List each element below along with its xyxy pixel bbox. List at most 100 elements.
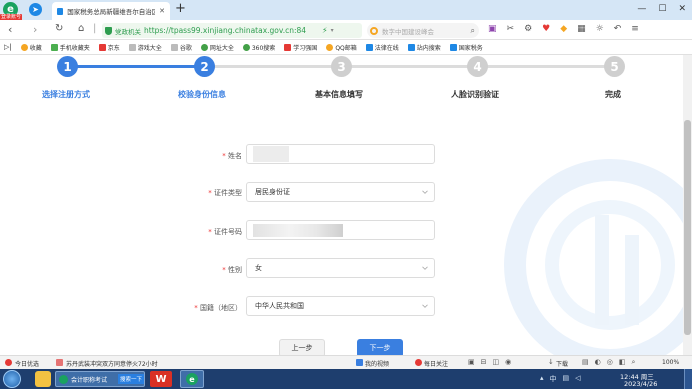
tab-title: 国家税务总局新疆维吾尔自治区 [67,8,156,16]
daily-icon [415,359,422,366]
bookmark-law[interactable]: 法律在线 [365,43,399,52]
video-icon [356,359,363,366]
id-type-select[interactable]: 居民身份证 [246,182,435,202]
scissors-icon[interactable]: ✂ [507,24,515,34]
step-1-label: 选择注册方式 [42,90,90,99]
bookmark-mobile[interactable]: 手机收藏夹 [50,43,90,52]
next-button[interactable]: 下一步 [357,339,403,355]
site-name: 党政机关 [115,27,141,36]
today-picks[interactable]: 今日优选 [15,359,39,368]
flash-icon[interactable]: ⚡ [322,26,328,35]
clock-date[interactable]: 2023/4/26 [624,380,657,388]
bookmark-360[interactable]: 360搜索 [242,43,275,52]
scrollbar-thumb[interactable] [684,120,691,335]
sidebar-toggle-icon[interactable]: ▷| [4,43,12,51]
name-field[interactable] [246,144,435,164]
globe-icon [200,43,208,51]
browser-taskbar-icon[interactable]: e [180,370,204,388]
game-icon[interactable]: ⚙ [524,24,532,34]
download-icon: ↓ [548,358,554,366]
page-content: 1 2 3 4 5 选择注册方式 校验身份信息 基本信息填写 人脸识别验证 完成… [0,55,683,355]
home-icon[interactable]: ⌂ [78,23,84,34]
browser-task-icon [59,374,68,384]
back-icon[interactable]: ‹ [8,23,12,36]
extension-icon[interactable]: ◆ [560,24,567,34]
chevron-down-icon [422,304,428,308]
scrollbar[interactable] [683,55,692,355]
id-number-field[interactable] [246,220,435,240]
daily-focus[interactable]: 每日关注 [424,359,448,368]
taskbar: 会计职称考试 搜索一下 W e ▴ 中 ▤ ◁ 12:44 周三 2023/4/… [0,369,692,389]
bookmark-favorites[interactable]: 收藏 [20,43,42,52]
tab-active[interactable]: 国家税务总局新疆维吾尔自治区 ✕ [52,2,170,20]
start-button[interactable] [3,370,21,388]
folder-icon [170,43,178,51]
dropdown-icon[interactable]: ▾ [331,27,334,34]
tax-emblem-watermark [504,159,683,355]
news-ticker[interactable]: 苏丹武装冲突双方同意停火72小时 [66,359,158,368]
address-bar[interactable]: 党政机关 https://tpass99.xinjiang.chinatax.g… [102,23,362,38]
reload-icon[interactable]: ↻ [55,23,63,34]
gender-select[interactable]: 女 [246,258,435,278]
phone-icon [50,43,58,51]
zoom-level[interactable]: 100% [662,359,679,366]
apps-icon[interactable]: ▣ [488,24,497,34]
bookmarks-bar: ▷| 收藏 手机收藏夹 京东 游戏大全 谷歌 网址大全 360搜索 学习强国 Q… [0,40,692,55]
undo-icon[interactable]: ↶ [614,24,622,34]
tax-favicon-icon [57,7,64,15]
id-type-value: 居民身份证 [255,188,290,196]
close-window-icon[interactable]: ✕ [678,4,686,14]
folder-icon [98,43,106,51]
chevron-down-icon [422,266,428,270]
step-1-circle: 1 [57,56,78,77]
bookmark-google[interactable]: 谷歌 [170,43,192,52]
search-input[interactable]: 数字中国建设峰会 [382,26,434,36]
bookmark-games[interactable]: 游戏大全 [128,43,162,52]
nationality-select[interactable]: 中华人民共和国 [246,296,435,316]
bookmark-xuexi[interactable]: 学习强国 [284,43,317,52]
send-icon[interactable]: ➤ [29,3,42,16]
bookmark-qqmail[interactable]: QQ邮箱 [326,43,357,52]
bookmark-tax[interactable]: 国家税务 [449,43,483,52]
ime-icon[interactable]: 中 [550,374,557,384]
bookmark-site-search[interactable]: 站内搜索 [407,43,441,52]
redacted-block [253,224,343,237]
step-4-circle: 4 [467,56,488,77]
grid-icon[interactable]: ▦ [577,24,586,34]
network-icon[interactable]: ▤ [563,374,570,384]
favorite-icon[interactable]: ♥ [542,24,550,34]
url-text[interactable]: https://tpass99.xinjiang.chinatax.gov.cn… [144,26,319,35]
search-engine-icon [370,26,378,35]
gender-label: * 性别 [222,266,242,274]
folder-icon [407,43,415,51]
bookmark-directory[interactable]: 网址大全 [200,43,234,52]
show-desktop-button[interactable] [684,369,692,389]
menu-icon[interactable]: ≡ [631,24,639,34]
taskbar-task[interactable]: 会计职称考试 搜索一下 [55,371,145,387]
step-5-label: 完成 [605,90,621,99]
close-tab-icon[interactable]: ✕ [159,7,165,15]
search-box[interactable]: 数字中国建设峰会 ⌕ [367,23,479,38]
status-icons: ▣⊟◫◉ [468,358,518,366]
taskbar-app-icon[interactable] [35,371,51,387]
search-icon[interactable]: ⌕ [471,26,479,36]
status-tools: ▤◐◎◧⌕ [582,358,642,366]
tray-up-icon[interactable]: ▴ [540,374,544,384]
download-label[interactable]: 下载 [556,359,568,368]
shield-icon [105,26,112,35]
my-video[interactable]: 我的视频 [365,359,389,368]
step-line-todo [204,65,614,68]
nav-bar: ‹ › ↻ ⌂ | 党政机关 https://tpass99.xinjiang.… [0,20,692,40]
forward-icon[interactable]: › [33,23,37,36]
prev-button[interactable]: 上一步 [279,339,325,355]
step-line-done [67,65,204,68]
bookmark-jd[interactable]: 京东 [98,43,120,52]
maximize-icon[interactable]: ☐ [658,4,666,14]
nationality-value: 中华人民共和国 [255,302,304,310]
minimize-icon[interactable]: — [637,4,646,14]
settings-icon[interactable]: ☼ [596,24,604,34]
wps-icon[interactable]: W [150,371,172,387]
new-tab-button[interactable]: + [175,1,186,16]
volume-icon[interactable]: ◁ [575,374,580,384]
tray-icons: ▴ 中 ▤ ◁ [540,374,581,384]
